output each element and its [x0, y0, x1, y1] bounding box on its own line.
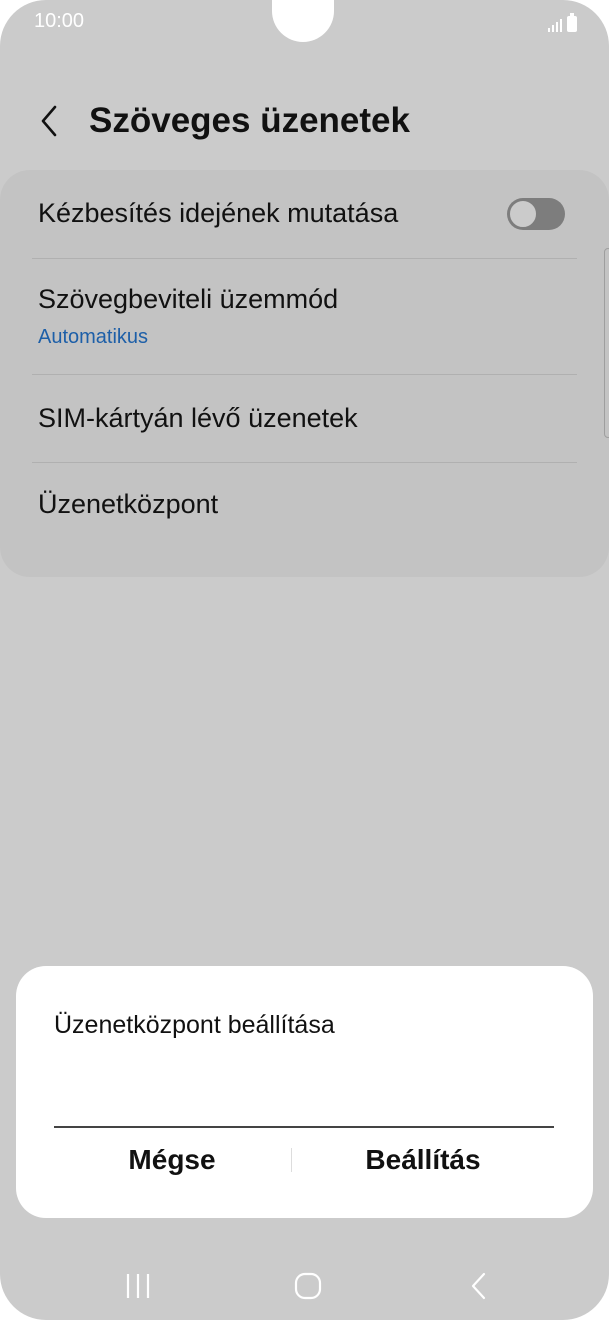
status-icons: [548, 12, 577, 32]
back-button[interactable]: [30, 98, 70, 144]
button-separator: [291, 1148, 292, 1172]
recent-apps-icon: [126, 1274, 150, 1298]
setting-message-center[interactable]: Üzenetközpont: [0, 463, 609, 549]
phone-screen: 10:00 Szöveges üzenetek Kézbesítés idejé…: [0, 0, 609, 1320]
chevron-left-icon: [41, 105, 57, 137]
camera-notch: [272, 0, 334, 42]
setting-label: Szövegbeviteli üzemmód: [38, 284, 339, 314]
app-header: Szöveges üzenetek: [0, 90, 609, 152]
setting-value: Automatikus: [38, 326, 149, 348]
status-bar: 10:00: [0, 0, 609, 48]
recent-apps-button[interactable]: [108, 1268, 168, 1304]
home-button[interactable]: [278, 1268, 338, 1304]
setting-label: Kézbesítés idejének mutatása: [38, 198, 399, 228]
delivery-time-toggle[interactable]: [507, 198, 565, 230]
home-icon: [294, 1272, 322, 1300]
nav-back-button[interactable]: [448, 1268, 508, 1304]
cancel-button[interactable]: Mégse: [57, 1136, 287, 1184]
setting-label: SIM-kártyán lévő üzenetek: [38, 403, 358, 433]
navigation-bar: [0, 1250, 609, 1320]
scrollbar[interactable]: [604, 248, 609, 438]
back-icon: [471, 1272, 486, 1300]
settings-list: Kézbesítés idejének mutatása Szövegbevit…: [0, 170, 609, 577]
set-button[interactable]: Beállítás: [308, 1136, 538, 1184]
dialog-title: Üzenetközpont beállítása: [54, 1011, 335, 1039]
toggle-knob: [509, 200, 537, 228]
message-center-dialog: Üzenetközpont beállítása Mégse Beállítás: [16, 966, 593, 1218]
battery-icon: [567, 13, 577, 32]
setting-delivery-time[interactable]: Kézbesítés idejének mutatása: [0, 170, 609, 258]
setting-label: Üzenetközpont: [38, 489, 219, 519]
message-center-input[interactable]: [54, 1076, 554, 1128]
signal-icon: [548, 16, 562, 32]
page-title: Szöveges üzenetek: [89, 101, 410, 140]
setting-input-mode[interactable]: Szövegbeviteli üzemmód Automatikus: [0, 259, 609, 373]
setting-sim-messages[interactable]: SIM-kártyán lévő üzenetek: [0, 375, 609, 462]
status-time: 10:00: [34, 10, 85, 32]
